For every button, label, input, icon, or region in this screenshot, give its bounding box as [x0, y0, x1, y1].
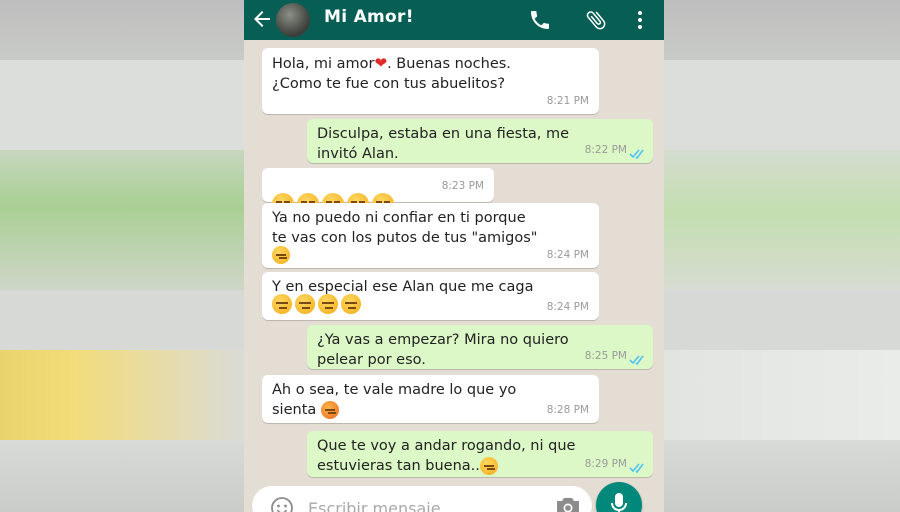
unamused-emoji-icon: [272, 246, 290, 264]
blurred-backdrop-left: [0, 0, 244, 512]
more-vert-icon[interactable]: [628, 8, 652, 32]
microphone-icon: [611, 493, 627, 512]
message-time: 8:24 PM: [546, 249, 589, 261]
avatar[interactable]: [276, 3, 310, 37]
message-input[interactable]: Escribir mensaje: [252, 486, 592, 512]
message-time: 8:22 PM: [584, 144, 627, 156]
message-bubble-incoming[interactable]: Hola, mi amor❤. Buenas noches. ¿Como te …: [262, 48, 599, 114]
chat-header: Mi Amor!: [244, 0, 664, 40]
message-text: Ah o sea, te vale madre lo que yo sienta: [272, 382, 517, 418]
message-list[interactable]: Hola, mi amor❤. Buenas noches. ¿Como te …: [244, 40, 664, 480]
message-time: 8:23 PM: [441, 180, 484, 192]
message-text: Hola, mi amor: [272, 56, 375, 72]
message-placeholder[interactable]: Escribir mensaje: [308, 499, 441, 512]
phone-icon[interactable]: [528, 8, 552, 32]
unamused-emoji-icon: [272, 294, 292, 314]
message-bubble-outgoing[interactable]: Que te voy a andar rogando, ni que estuv…: [307, 431, 653, 477]
arrow-left-icon[interactable]: [250, 7, 274, 31]
message-bubble-outgoing[interactable]: Disculpa, estaba en una fiesta, me invit…: [307, 119, 653, 163]
blurred-backdrop-right: [664, 0, 900, 512]
emoji-row: [272, 294, 364, 314]
unamused-emoji-icon: [295, 294, 315, 314]
unamused-emoji-icon: [318, 294, 338, 314]
read-ticks-icon: [629, 355, 644, 365]
message-bubble-incoming[interactable]: 8:23 PM: [262, 168, 494, 215]
camera-icon[interactable]: [554, 496, 582, 512]
message-text: Que te voy a andar rogando, ni que estuv…: [317, 438, 576, 474]
message-bubble-incoming[interactable]: Y en especial ese Alan que me caga 8:24 …: [262, 272, 599, 320]
message-time: 8:24 PM: [546, 301, 589, 313]
message-bubble-outgoing[interactable]: ¿Ya vas a empezar? Mira no quiero pelear…: [307, 325, 653, 369]
paperclip-icon[interactable]: [584, 8, 608, 32]
read-ticks-icon: [629, 463, 644, 473]
smiley-icon[interactable]: [270, 496, 294, 512]
composer-bar: Escribir mensaje: [244, 480, 664, 512]
message-time: 8:21 PM: [546, 95, 589, 107]
chat-screen: Mi Amor! Hola, mi amor❤. Buenas noches. …: [244, 0, 664, 512]
mic-button[interactable]: [596, 482, 642, 512]
angry-emoji-icon: [320, 401, 339, 419]
contact-name[interactable]: Mi Amor!: [324, 7, 414, 27]
smirk-emoji-icon: [479, 457, 498, 475]
message-bubble-incoming[interactable]: Ya no puedo ni confiar en ti porque te v…: [262, 203, 599, 268]
unamused-emoji-icon: [341, 294, 361, 314]
message-time: 8:28 PM: [546, 404, 589, 416]
message-time: 8:25 PM: [584, 350, 627, 362]
message-time: 8:29 PM: [584, 458, 627, 470]
message-bubble-incoming[interactable]: Ah o sea, te vale madre lo que yo sienta…: [262, 375, 599, 423]
read-ticks-icon: [629, 149, 644, 159]
heart-emoji-icon: ❤: [374, 54, 388, 72]
message-text: Ya no puedo ni confiar en ti porque te v…: [272, 210, 538, 246]
